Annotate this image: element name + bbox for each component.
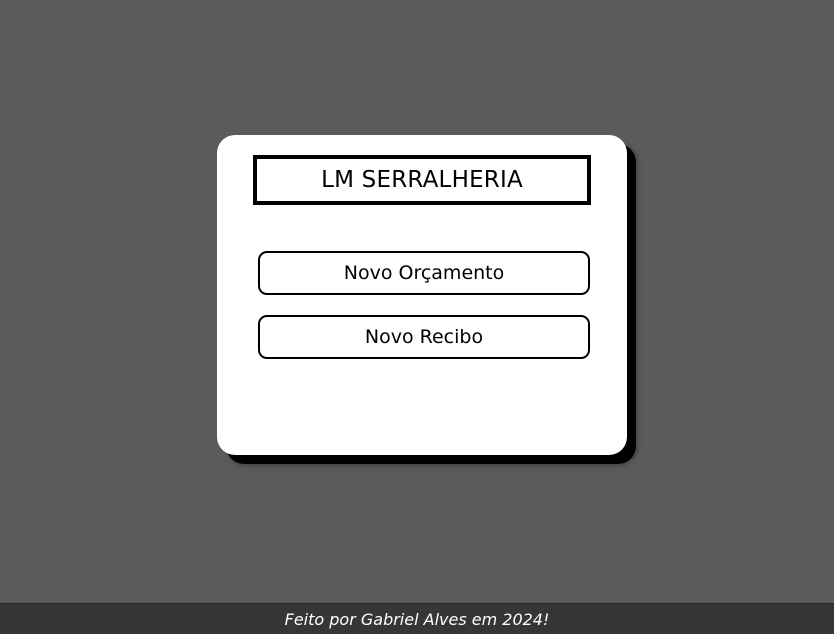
main-card: LM SERRALHERIA Novo Orçamento Novo Recib… (217, 135, 627, 455)
footer: Feito por Gabriel Alves em 2024! (0, 603, 834, 634)
footer-credit: Feito por Gabriel Alves em 2024! (284, 609, 550, 629)
new-quote-button[interactable]: Novo Orçamento (258, 251, 590, 295)
new-receipt-button[interactable]: Novo Recibo (258, 315, 590, 359)
brand-title: LM SERRALHERIA (253, 155, 591, 205)
